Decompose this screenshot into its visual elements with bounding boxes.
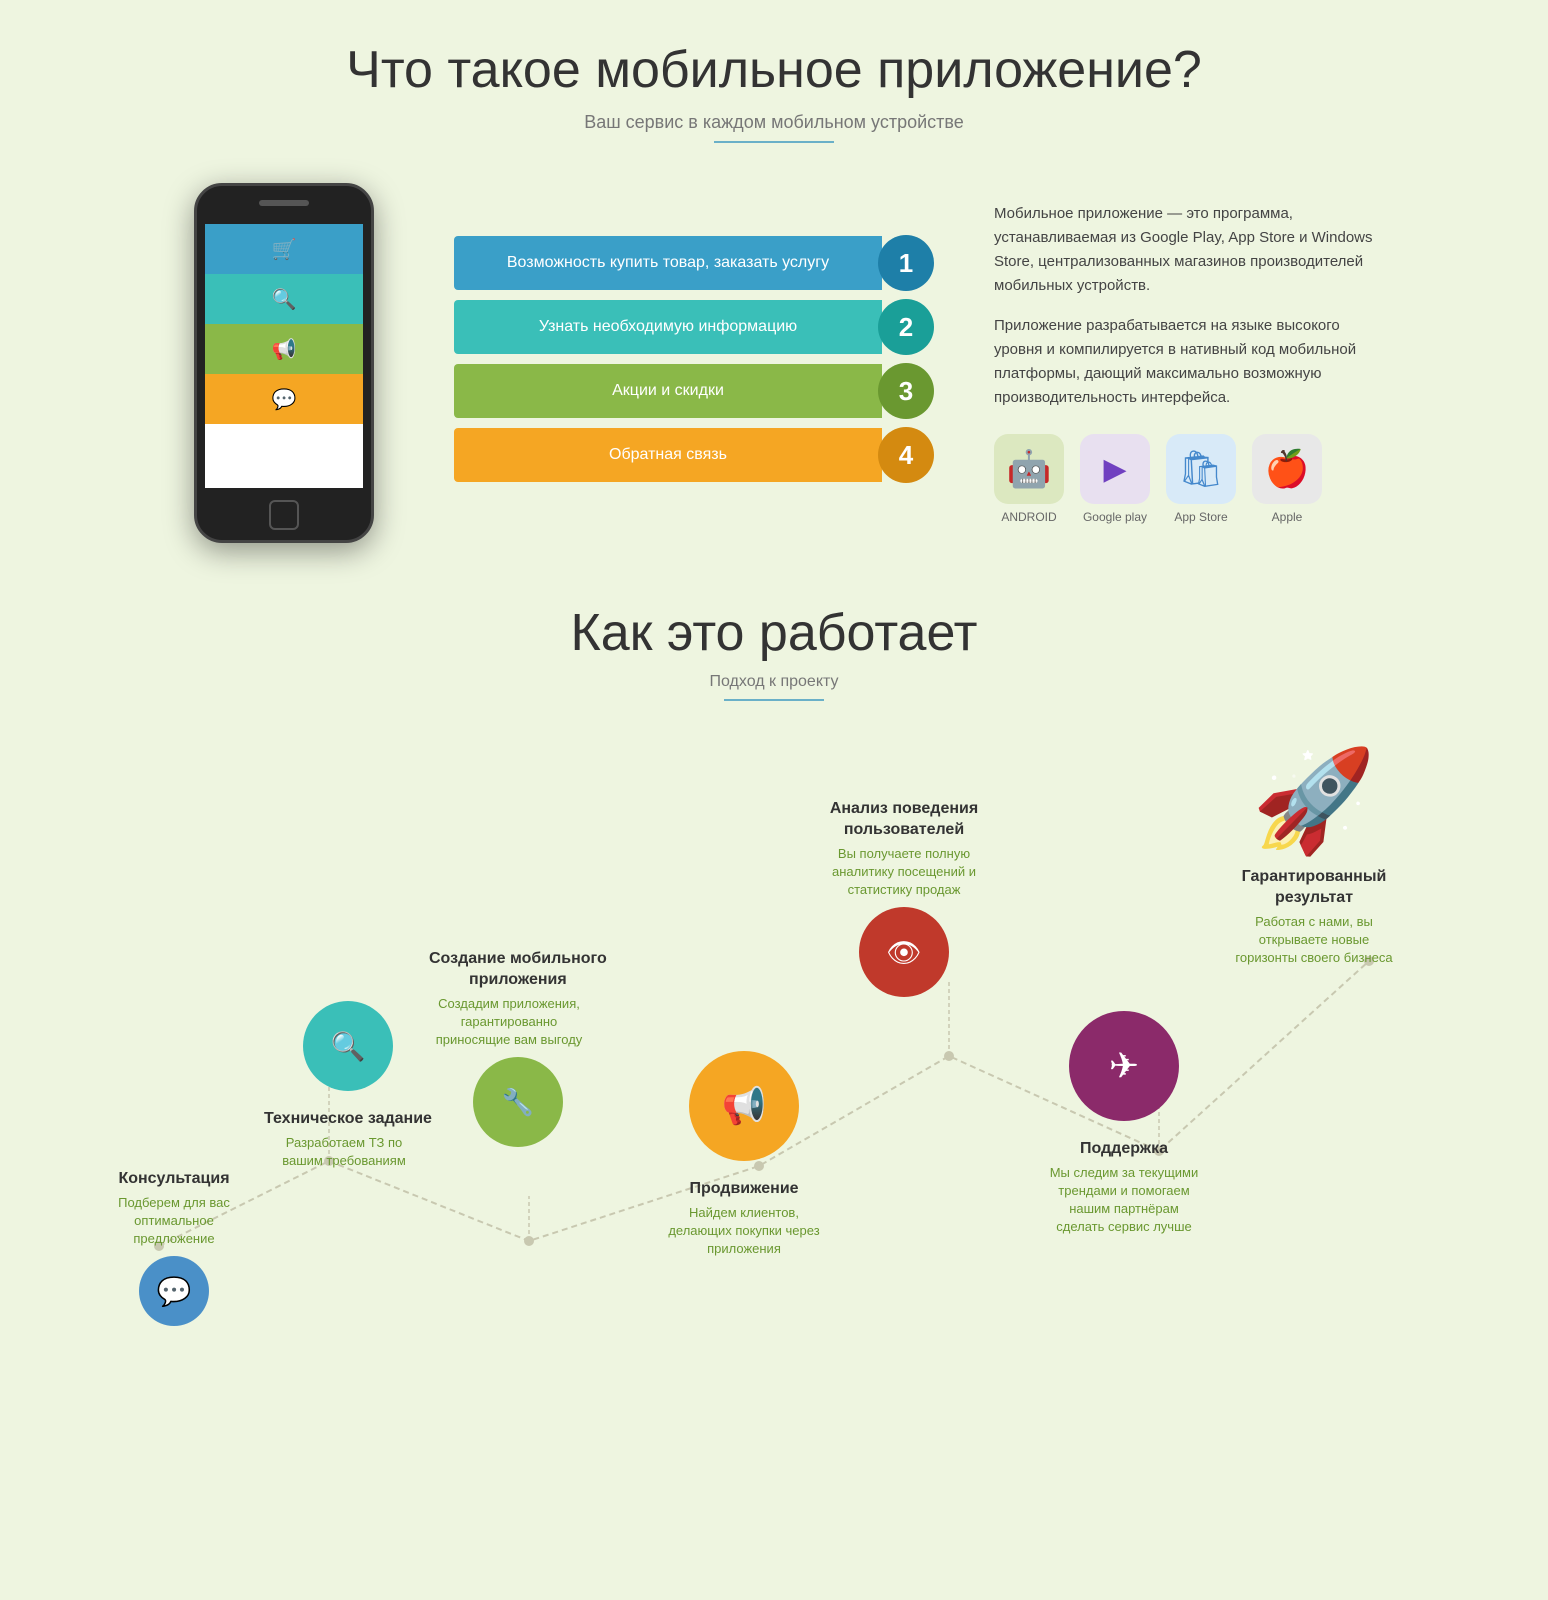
phone-menu-item-3: 📢 [205, 324, 363, 374]
node-techspec-desc: Разработаем ТЗ по вашим требованиям [264, 1134, 424, 1170]
node-result: 🚀 Гарантированныйрезультат Работая с нам… [1234, 751, 1394, 967]
feature-bar-3: Акции и скидки [454, 364, 882, 418]
feature-num-3: 3 [878, 363, 934, 419]
features-list: Возможность купить товар, заказать услуг… [454, 235, 934, 491]
android-label: ANDROID [994, 510, 1064, 524]
feature-num-1: 1 [878, 235, 934, 291]
node-creation-desc: Создадим приложения, гарантированно прин… [429, 995, 589, 1050]
phone-icon-cart: 🛒 [272, 237, 297, 262]
feature-num-4: 4 [878, 427, 934, 483]
feature-bar-4: Обратная связь [454, 428, 882, 482]
phone-icon-chat: 💬 [272, 387, 297, 412]
node-analytics-desc: Вы получаете полную аналитику посещений … [824, 845, 984, 900]
node-promotion-icon: 📢 [689, 1051, 799, 1161]
node-promotion-desc: Найдем клиентов, делающих покупки через … [664, 1204, 824, 1259]
node-consultation-desc: Подберем для вас оптимальное предложение [94, 1194, 254, 1249]
phone-body: 🛒 🔍 📢 💬 [194, 183, 374, 543]
section2: Как это работает Подход к проекту [0, 563, 1548, 1431]
dot-3 [524, 1236, 534, 1246]
phone-icon-search: 🔍 [272, 287, 297, 312]
google-play-icon: ▶ [1080, 434, 1150, 504]
store-apple: 🍎 Apple [1252, 434, 1322, 524]
feature-item-4: Обратная связь 4 [454, 427, 934, 483]
desc-text-1: Мобильное приложение — это программа, ус… [994, 202, 1374, 298]
dot-5 [944, 1051, 954, 1061]
android-icon: 🤖 [994, 434, 1064, 504]
feature-item-2: Узнать необходимую информацию 2 [454, 299, 934, 355]
node-support: ✈ Поддержка Мы следим за текущими тренда… [1044, 1011, 1204, 1237]
store-appstore: 🛍 App Store [1166, 434, 1236, 524]
feature-item-3: Акции и скидки 3 [454, 363, 934, 419]
node-consultation-title: Консультация [94, 1169, 254, 1190]
node-promotion: 📢 Продвижение Найдем клиентов, делающих … [664, 1051, 824, 1258]
node-creation-icon: 🔧 [473, 1057, 563, 1147]
node-techspec: 🔍 Техническое задание Разработаем ТЗ по … [264, 1001, 432, 1170]
store-googleplay: ▶ Google play [1080, 434, 1150, 524]
node-analytics-icon: 👁 [859, 907, 949, 997]
workflow-diagram: Консультация Подберем для вас оптимально… [74, 731, 1474, 1411]
node-consultation: Консультация Подберем для вас оптимально… [94, 1161, 254, 1326]
google-play-label: Google play [1080, 510, 1150, 524]
phone-home-button [269, 500, 299, 530]
phone-menu-item-2: 🔍 [205, 274, 363, 324]
rocket-icon: 🚀 [1252, 751, 1377, 851]
node-support-desc: Мы следим за текущими трендами и помогае… [1044, 1164, 1204, 1237]
phone-menu-item-4: 💬 [205, 374, 363, 424]
phone-speaker [259, 200, 309, 206]
apple-label: Apple [1252, 510, 1322, 524]
node-support-icon: ✈ [1069, 1011, 1179, 1121]
phone-icon-mega: 📢 [272, 337, 297, 362]
section2-title: Как это работает [60, 603, 1488, 663]
section1: Что такое мобильное приложение? Ваш серв… [0, 0, 1548, 563]
node-promotion-title: Продвижение [664, 1179, 824, 1200]
main-title: Что такое мобильное приложение? [60, 40, 1488, 100]
node-consultation-icon: 💬 [139, 1256, 209, 1326]
node-result-desc: Работая с нами, вы открываете новые гори… [1234, 913, 1394, 968]
node-analytics-title: Анализ поведенияпользователей [824, 799, 984, 841]
app-store-label: App Store [1166, 510, 1236, 524]
content-row: 🛒 🔍 📢 💬 Возможно [60, 183, 1488, 543]
store-icons: 🤖 ANDROID ▶ Google play 🛍 App Store 🍎 Ap… [994, 434, 1374, 524]
node-creation: Создание мобильногоприложения Создадим п… [429, 941, 607, 1147]
node-techspec-icon: 🔍 [303, 1001, 393, 1091]
feature-bar-1: Возможность купить товар, заказать услуг… [454, 236, 882, 290]
feature-bar-2: Узнать необходимую информацию [454, 300, 882, 354]
subtitle: Ваш сервис в каждом мобильном устройстве [60, 112, 1488, 133]
node-creation-title: Создание мобильногоприложения [429, 949, 607, 991]
phone-screen: 🛒 🔍 📢 💬 [205, 224, 363, 488]
node-result-title: Гарантированныйрезультат [1234, 867, 1394, 909]
desc-text-2: Приложение разрабатывается на языке высо… [994, 314, 1374, 410]
node-support-title: Поддержка [1044, 1139, 1204, 1160]
section2-subtitle: Подход к проекту [60, 673, 1488, 691]
phone-menu-item-1: 🛒 [205, 224, 363, 274]
description-area: Мобильное приложение — это программа, ус… [994, 202, 1374, 524]
node-techspec-title: Техническое задание [264, 1109, 432, 1130]
app-store-icon: 🛍 [1166, 434, 1236, 504]
feature-item-1: Возможность купить товар, заказать услуг… [454, 235, 934, 291]
feature-num-2: 2 [878, 299, 934, 355]
node-analytics: Анализ поведенияпользователей Вы получае… [824, 791, 984, 997]
apple-icon: 🍎 [1252, 434, 1322, 504]
section2-divider [724, 699, 824, 701]
phone-mockup: 🛒 🔍 📢 💬 [174, 183, 394, 543]
subtitle-divider [714, 141, 834, 143]
store-android: 🤖 ANDROID [994, 434, 1064, 524]
